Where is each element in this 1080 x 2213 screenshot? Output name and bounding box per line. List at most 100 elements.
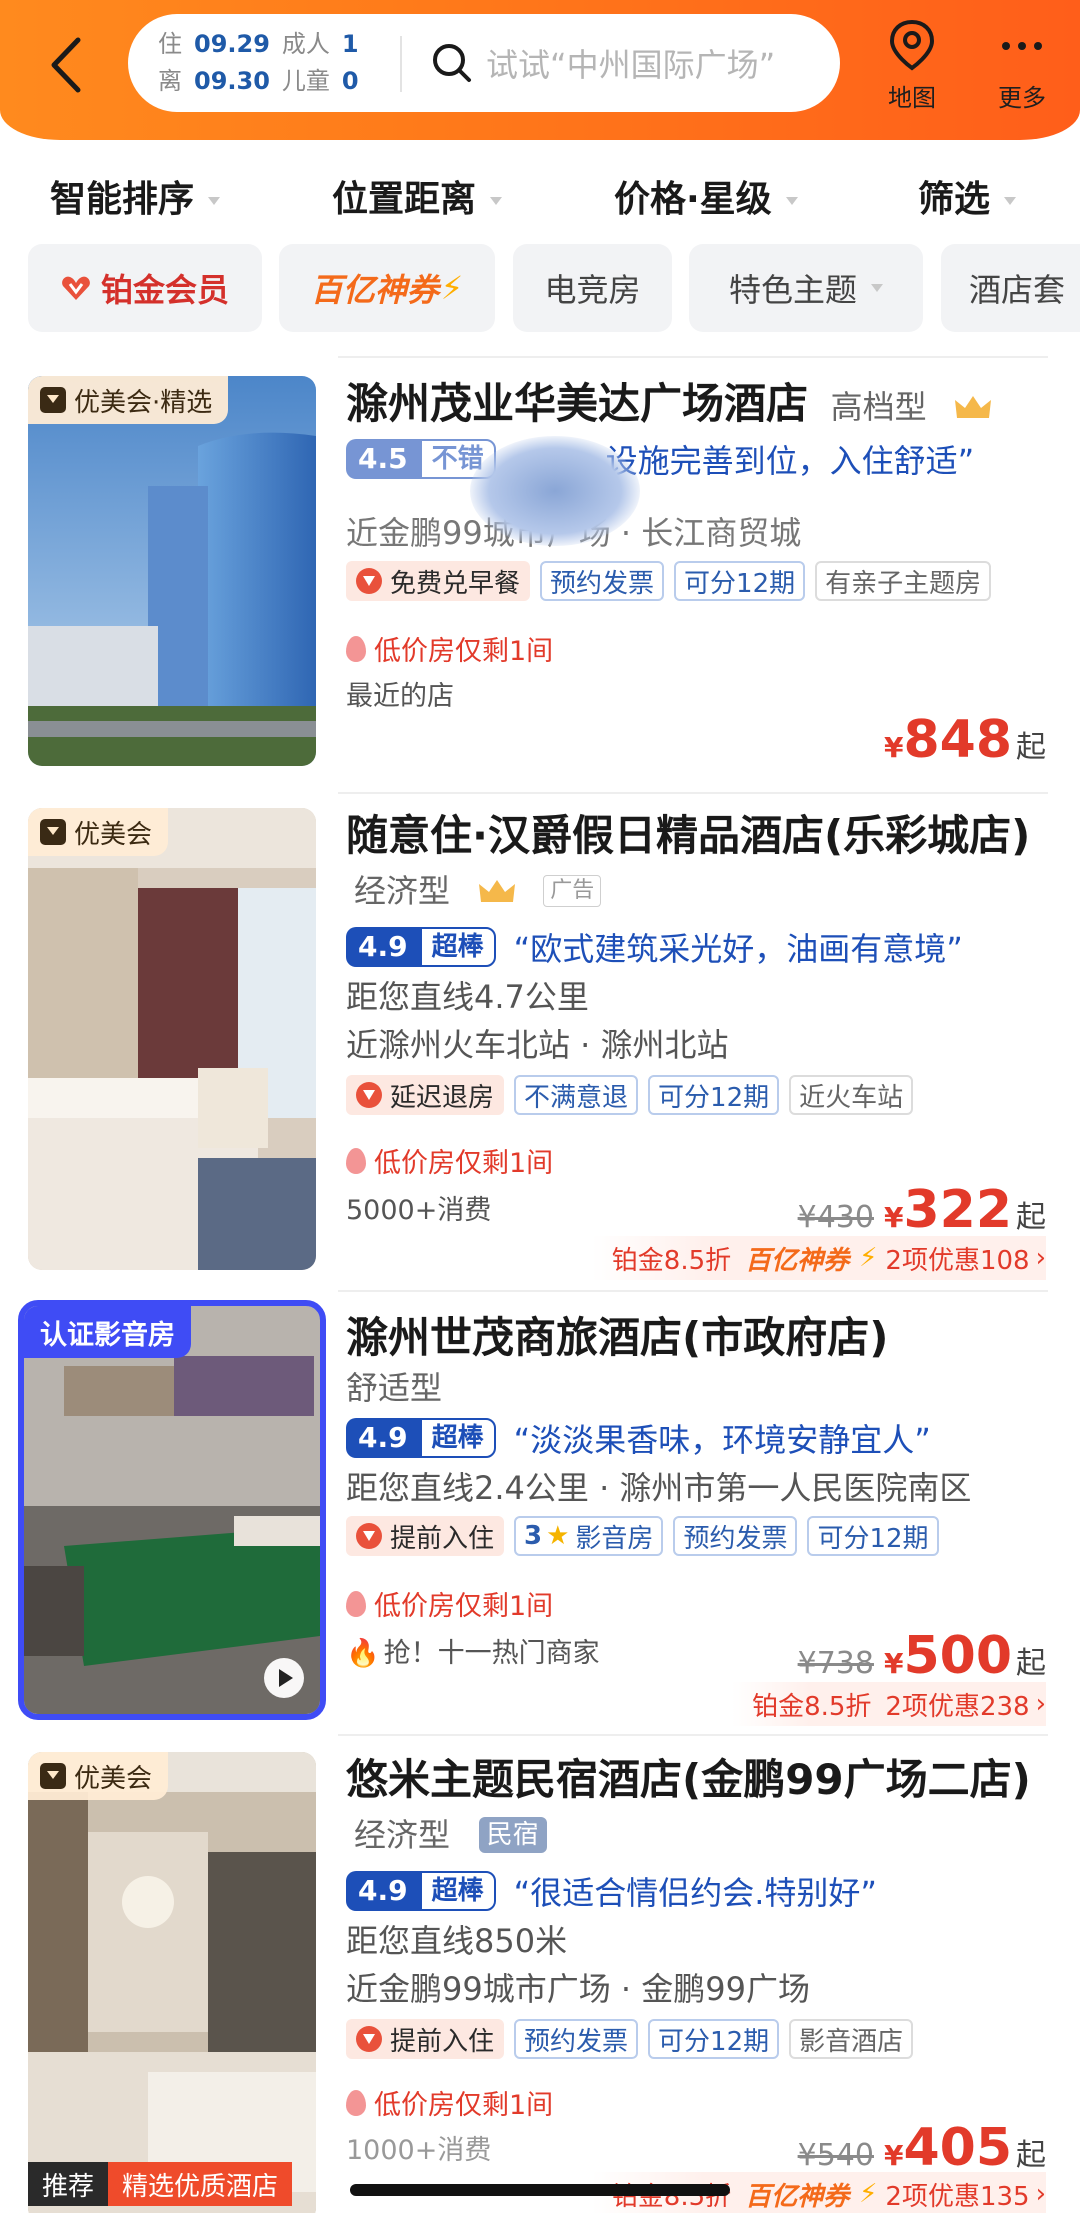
discount-summary: 2项优惠108: [885, 1245, 1030, 1276]
tag-highlight: 免费兑早餐: [346, 561, 531, 601]
divider: [338, 792, 1048, 794]
sort-price-star[interactable]: 价格·星级: [614, 170, 798, 222]
review-snippet: “欧式建筑采光好，油画有意境”: [513, 930, 963, 968]
tag-highlight: 提前入住: [346, 1516, 505, 1556]
tag-highlight: 提前入住: [346, 2019, 505, 2059]
divider: [338, 1734, 1048, 1736]
hotel-card[interactable]: 优美会·精选 滁州茂业华美达广场酒店 高档型 4.5 不错 设施完善到位，入住舒…: [0, 356, 1080, 776]
hotel-card[interactable]: 认证影音房 滁州世茂商旅酒店(市政府店) 舒适型 4.9 超棒 “淡淡果香味，环…: [0, 1290, 1080, 1730]
hotel-name-row: 悠米主题民宿酒店(金鹏99广场二店) 经济型 民宿: [346, 1754, 1046, 1861]
crown-icon: [955, 395, 992, 418]
tag: 可分12期: [648, 1075, 780, 1115]
hotel-info: 悠米主题民宿酒店(金鹏99广场二店) 经济型 民宿 4.9 超棒 “很适合情侣约…: [346, 1754, 1046, 2213]
chip-esports-room[interactable]: 电竞房: [513, 244, 672, 332]
review-snippet: “很适合情侣约会.特别好”: [513, 1874, 877, 1912]
low-stock-notice: 低价房仅剩1间: [346, 2083, 1046, 2122]
chip-hotel-package[interactable]: 酒店套: [941, 244, 1080, 332]
hotel-photo[interactable]: 优美会: [28, 808, 316, 1270]
chevron-left-icon: [51, 37, 81, 93]
hotel-name[interactable]: 悠米主题民宿酒店(金鹏99广场二店): [346, 1755, 1031, 1804]
hotel-card[interactable]: 优美会 随意住·汉爵假日精品酒店(乐彩城店) 经济型 广告 4.9 超棒 “欧式…: [0, 792, 1080, 1282]
price-box: ¥540 ¥ 405 起: [798, 2118, 1046, 2178]
rating-label: 超棒: [419, 1871, 496, 1911]
flame-icon: [346, 635, 366, 662]
hotel-photo[interactable]: 优美会 推荐 精选优质酒店: [28, 1752, 316, 2213]
checkout-label: 离: [158, 67, 182, 95]
search-bar[interactable]: 住 09.29 成人 1 离 09.30 儿童 0 试试“中州国际广场”: [128, 14, 840, 112]
tag: 影音酒店: [789, 2019, 914, 2059]
checkout-date: 09.30: [194, 67, 270, 95]
sort-label: 智能排序: [50, 179, 195, 220]
sort-smart[interactable]: 智能排序: [50, 170, 221, 222]
price: 405: [903, 2118, 1012, 2178]
av-room-tag: 3 ★ 影音房: [514, 1516, 664, 1556]
tag: 预约发票: [540, 561, 665, 601]
currency: ¥: [883, 1647, 904, 1680]
hotel-photo[interactable]: 优美会·精选: [28, 376, 316, 766]
hotel-location: 近滁州火车北站 · 滁州北站: [346, 1026, 729, 1064]
heart-badge-icon: [356, 1523, 382, 1549]
tag-label: 提前入住: [390, 1523, 495, 1554]
platinum-discount: 铂金8.5折: [611, 1245, 732, 1276]
play-video-icon[interactable]: [264, 1658, 304, 1698]
flame-icon: [346, 1147, 366, 1174]
heart-badge-icon: [356, 568, 382, 594]
promo-strip[interactable]: 铂金8.5折 百亿神券 ⚡ 2项优惠108 ›: [591, 1236, 1046, 1280]
hotel-building-image: [28, 376, 316, 766]
map-pin-icon: [889, 19, 935, 71]
chip-platinum-member[interactable]: 铂金会员: [28, 244, 262, 332]
hotel-card[interactable]: 优美会 推荐 精选优质酒店 悠米主题民宿酒店(金鹏99广场二店) 经济型 民宿 …: [0, 1734, 1080, 2213]
hotel-type: 舒适型: [346, 1369, 443, 1407]
promo-strip[interactable]: 铂金8.5折 2项优惠238 ›: [732, 1682, 1046, 1726]
diamond-icon: [40, 387, 66, 413]
low-stock-label: 低价房仅剩1间: [374, 1148, 554, 1179]
caret-down-icon: [208, 197, 221, 205]
hotel-name[interactable]: 滁州世茂商旅酒店(市政府店): [346, 1312, 1046, 1364]
price: 500: [903, 1626, 1012, 1686]
chip-label: 电竞房: [544, 271, 641, 309]
flame-icon: [346, 2089, 366, 2116]
hotel-photo[interactable]: 认证影音房: [18, 1300, 326, 1720]
chevron-right-icon: ›: [1035, 1689, 1046, 1719]
date-guest-selector[interactable]: 住 09.29 成人 1 离 09.30 儿童 0: [158, 26, 359, 100]
tag-label: 影音房: [575, 1523, 654, 1554]
low-stock-label: 低价房仅剩1间: [374, 636, 554, 667]
home-indicator[interactable]: [350, 2184, 730, 2196]
hotel-name-row: 随意住·汉爵假日精品酒店(乐彩城店) 经济型 广告: [346, 810, 1046, 917]
chip-label: 铂金会员: [100, 271, 229, 309]
chip-special-theme[interactable]: 特色主题: [689, 244, 923, 332]
back-button[interactable]: [38, 30, 98, 100]
hotel-room-image: [28, 1752, 316, 2213]
coupon-label: 百亿神券: [745, 2181, 850, 2212]
sort-filter[interactable]: 筛选: [918, 170, 1017, 222]
hotel-name[interactable]: 滁州茂业华美达广场酒店: [346, 379, 808, 428]
sort-distance[interactable]: 位置距离: [332, 170, 503, 222]
sort-label: 位置距离: [332, 179, 477, 220]
bolt-icon: ⚡: [859, 1243, 878, 1273]
more-button[interactable]: 更多: [982, 18, 1062, 118]
price-suffix: 起: [1016, 1200, 1046, 1235]
price-suffix: 起: [1016, 730, 1046, 765]
hotel-name[interactable]: 随意住·汉爵假日精品酒店(乐彩城店): [346, 811, 1030, 860]
ad-tag: 广告: [543, 874, 602, 907]
rating-score: 4.9: [346, 1418, 420, 1458]
search-icon: [433, 44, 471, 82]
chip-coupon[interactable]: 百亿神券 ⚡: [279, 244, 495, 332]
heart-badge-icon: [356, 2026, 382, 2052]
search-input[interactable]: 试试“中州国际广场”: [486, 40, 775, 86]
low-stock-notice: 低价房仅剩1间: [346, 629, 1046, 668]
flame-icon: [346, 1590, 366, 1617]
divider: [338, 1290, 1048, 1292]
price-suffix: 起: [1016, 2138, 1046, 2173]
sort-label: 筛选: [918, 179, 991, 220]
sort-bar: 智能排序 位置距离 价格·星级 筛选: [0, 140, 1080, 240]
hotel-distance: 距您直线4.7公里: [346, 978, 589, 1016]
hotel-distance: 距您直线2.4公里 · 滁州市第一人民医院南区: [346, 1469, 972, 1507]
tag-label: 提前入住: [390, 2026, 495, 2057]
tag: 不满意退: [514, 1075, 639, 1115]
map-button[interactable]: 地图: [872, 18, 952, 118]
more-label: 更多: [998, 84, 1046, 112]
tag: 近火车站: [789, 1075, 914, 1115]
child-count: 0: [341, 67, 359, 95]
heart-badge-icon: [62, 276, 90, 300]
